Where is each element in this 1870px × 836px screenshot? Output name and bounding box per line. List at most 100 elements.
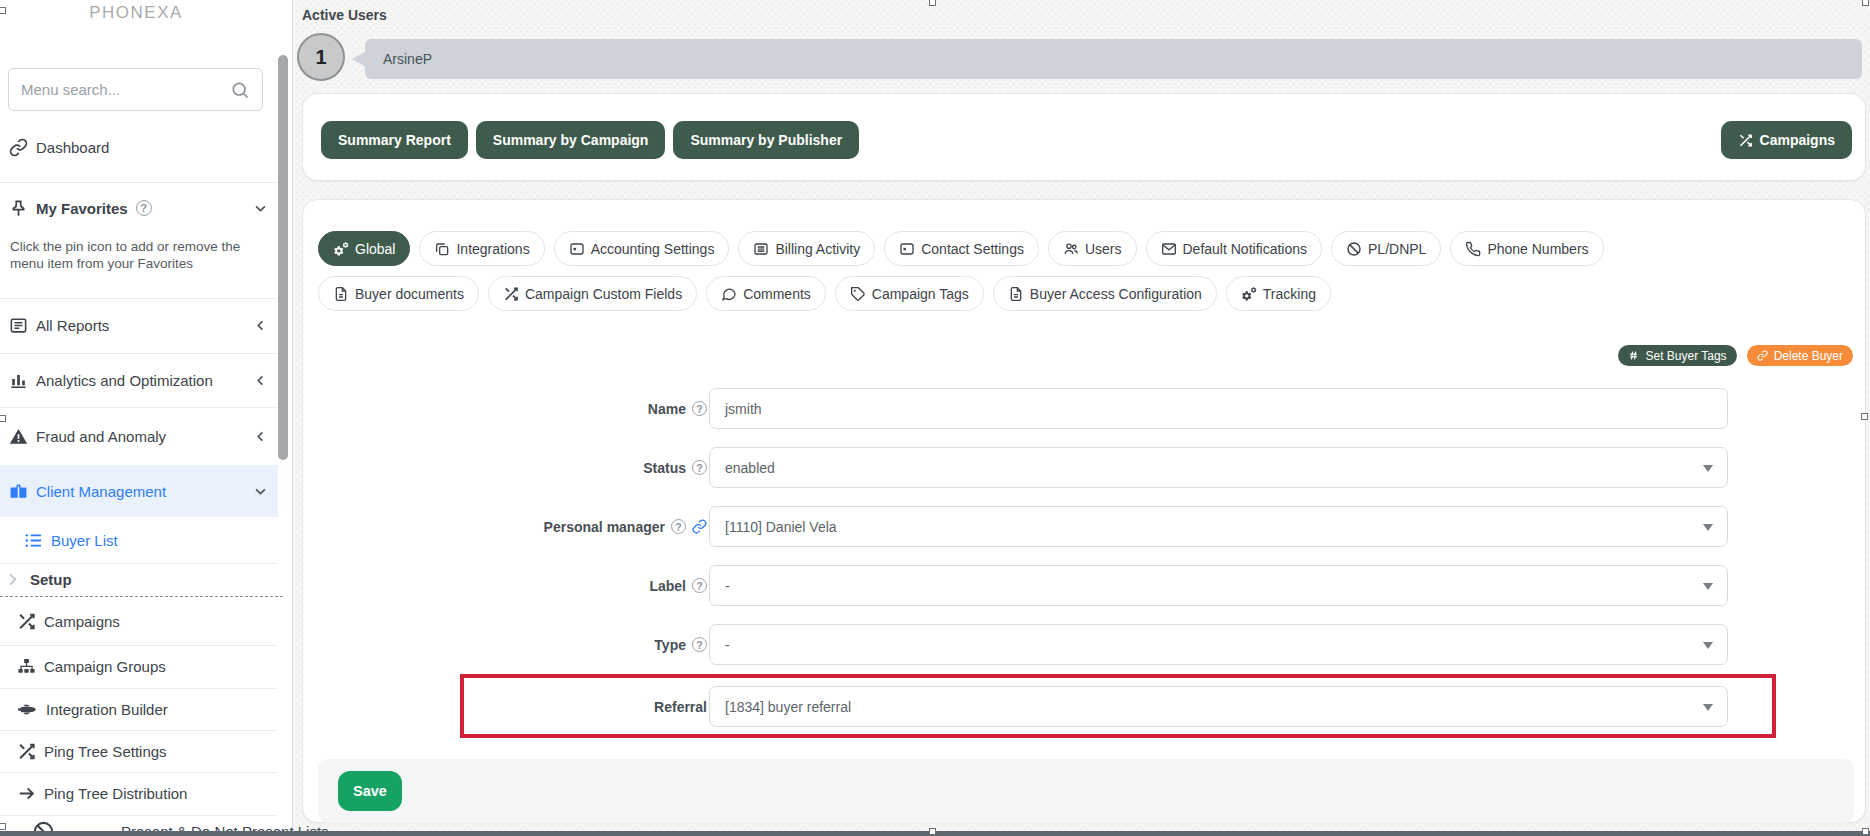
- selection-handle[interactable]: [929, 828, 936, 835]
- summary-button-summary-report[interactable]: Summary Report: [321, 121, 468, 159]
- active-users-label: Active Users: [302, 7, 387, 23]
- tabs-row-1: Global Integrations Accounting SettingsBil…: [318, 231, 1604, 266]
- dropdown-caret-icon: [1703, 583, 1713, 590]
- tab-phone-numbers[interactable]: Phone Numbers: [1450, 231, 1603, 266]
- tab-users[interactable]: Users: [1048, 231, 1137, 266]
- status-select[interactable]: enabled: [709, 447, 1728, 488]
- name-input[interactable]: jsmith: [709, 388, 1728, 429]
- field-label: Personal manager: [303, 506, 707, 547]
- tab-tracking[interactable]: Tracking: [1226, 276, 1331, 311]
- sidebar-item-client-management[interactable]: Client Management: [0, 465, 278, 517]
- chevron-down-icon[interactable]: [253, 484, 268, 499]
- briefcase-icon: [9, 482, 28, 501]
- tab-buyer-documents[interactable]: Buyer documents: [318, 276, 479, 311]
- chevron-right-icon: [3, 570, 22, 589]
- list-icon: [24, 531, 43, 550]
- chevron-down-icon[interactable]: [253, 201, 268, 216]
- tab-buyer-access-configuration[interactable]: Buyer Access Configuration: [993, 276, 1217, 311]
- campaigns-button[interactable]: Campaigns: [1721, 121, 1852, 159]
- sidebar-item-ping-tree-settings[interactable]: Ping Tree Settings: [0, 730, 278, 772]
- delete-buyer-button[interactable]: Delete Buyer: [1747, 345, 1853, 366]
- help-icon[interactable]: [136, 200, 152, 216]
- shuffle-icon: [17, 612, 36, 631]
- users-icon: [1063, 241, 1079, 257]
- active-user-chip[interactable]: ArsineP: [365, 39, 1862, 79]
- pin-icon: [9, 199, 28, 218]
- personal-manager-select[interactable]: [1110] Daniel Vela: [709, 506, 1728, 547]
- tab-pl-dnpl[interactable]: PL/DNPL: [1331, 231, 1441, 266]
- sidebar-scrollbar[interactable]: [278, 55, 288, 460]
- form-row-name: Namejsmith: [303, 388, 1865, 429]
- chevron-left-icon[interactable]: [253, 429, 268, 444]
- shuffle-icon: [503, 286, 519, 302]
- set-buyer-tags-button[interactable]: Set Buyer Tags: [1618, 345, 1736, 366]
- help-icon[interactable]: [692, 637, 707, 652]
- help-icon[interactable]: [692, 460, 707, 475]
- sidebar-section-setup[interactable]: Setup: [0, 563, 283, 597]
- sidebar-item-dashboard[interactable]: Dashboard: [0, 113, 278, 182]
- menu-search-input[interactable]: [9, 81, 230, 98]
- sidebar-item-analytics[interactable]: Analytics and Optimization: [0, 353, 278, 407]
- buyer-settings-card: Global Integrations Accounting SettingsBil…: [302, 199, 1866, 823]
- menu-search[interactable]: [8, 68, 263, 111]
- help-icon[interactable]: [692, 578, 707, 593]
- tab-integrations[interactable]: Integrations: [419, 231, 544, 266]
- copy-icon: [434, 241, 450, 257]
- field-label: Status: [303, 447, 707, 488]
- sidebar-item-campaign-groups[interactable]: Campaign Groups: [0, 645, 278, 688]
- summary-button-summary-by-campaign[interactable]: Summary by Campaign: [476, 121, 666, 159]
- selection-handle[interactable]: [1862, 828, 1869, 835]
- envelope-icon: [1161, 241, 1177, 257]
- link-icon: [1757, 350, 1768, 361]
- shuffle-icon: [1738, 133, 1753, 148]
- tab-campaign-tags[interactable]: Campaign Tags: [835, 276, 984, 311]
- search-icon: [230, 80, 250, 100]
- selection-handle[interactable]: [0, 415, 6, 422]
- rocket-icon: [17, 699, 38, 720]
- tab-default-notifications[interactable]: Default Notifications: [1146, 231, 1323, 266]
- sidebar-item-all-reports[interactable]: All Reports: [0, 298, 278, 353]
- chevron-left-icon[interactable]: [253, 373, 268, 388]
- sidebar-item-integration-builder[interactable]: Integration Builder: [0, 688, 278, 730]
- chevron-left-icon[interactable]: [253, 318, 268, 333]
- form-row-personal-manager: Personal manager[1110] Daniel Vela: [303, 506, 1865, 547]
- tab-comments[interactable]: Comments: [706, 276, 826, 311]
- gears-icon: [1241, 286, 1257, 302]
- tabs-row-2: Buyer documents Campaign Custom Fields Com…: [318, 276, 1331, 311]
- type-select[interactable]: -: [709, 624, 1728, 665]
- sidebar-item-my-favorites[interactable]: My Favorites: [0, 182, 278, 234]
- sidebar-item-ping-tree-distribution[interactable]: Ping Tree Distribution: [0, 772, 278, 815]
- help-icon[interactable]: [692, 401, 707, 416]
- form-row-status: Statusenabled: [303, 447, 1865, 488]
- comment-icon: [721, 286, 737, 302]
- tab-accounting-settings[interactable]: Accounting Settings: [554, 231, 730, 266]
- sidebar-item-buyer-list[interactable]: Buyer List: [0, 517, 278, 563]
- help-icon[interactable]: [671, 519, 686, 534]
- link-icon[interactable]: [692, 519, 707, 534]
- warning-triangle-icon: [9, 427, 28, 446]
- selection-handle[interactable]: [1861, 413, 1868, 420]
- selection-handle[interactable]: [0, 823, 6, 830]
- bar-chart-icon: [9, 371, 28, 390]
- dropdown-caret-icon: [1703, 465, 1713, 472]
- tab-campaign-custom-fields[interactable]: Campaign Custom Fields: [488, 276, 697, 311]
- selection-handle[interactable]: [929, 0, 936, 6]
- summary-button-summary-by-publisher[interactable]: Summary by Publisher: [673, 121, 859, 159]
- sidebar-item-fraud[interactable]: Fraud and Anomaly: [0, 407, 278, 465]
- save-button[interactable]: Save: [338, 771, 402, 811]
- shuffle-icon: [17, 742, 36, 761]
- sidebar-item-campaigns[interactable]: Campaigns: [0, 597, 278, 645]
- selection-handle[interactable]: [1862, 0, 1869, 6]
- link-icon: [9, 138, 28, 157]
- buyer-actions: Set Buyer Tags Delete Buyer: [1618, 345, 1853, 366]
- label-select[interactable]: -: [709, 565, 1728, 606]
- tab-contact-settings[interactable]: Contact Settings: [884, 231, 1039, 266]
- tab-billing-activity[interactable]: Billing Activity: [738, 231, 875, 266]
- card-icon: [899, 241, 915, 257]
- form-row-type: Type-: [303, 624, 1865, 665]
- summary-toolbar-card: Summary ReportSummary by CampaignSummary…: [302, 93, 1866, 181]
- hash-icon: [1628, 350, 1639, 361]
- field-label: Name: [303, 388, 707, 429]
- tab-global[interactable]: Global: [318, 231, 410, 266]
- selection-handle[interactable]: [0, 7, 6, 14]
